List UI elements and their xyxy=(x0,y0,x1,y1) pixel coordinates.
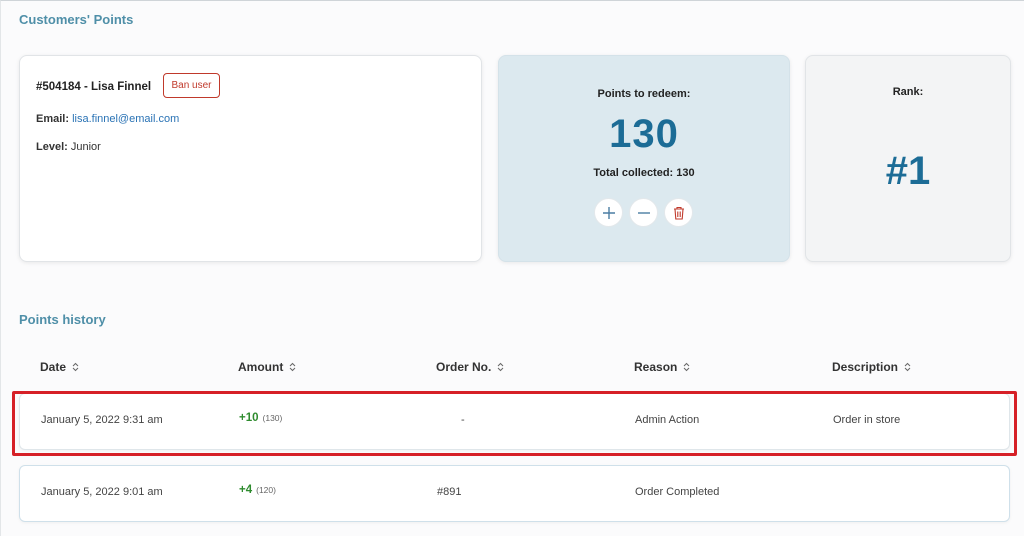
row-amount: +4 (120) xyxy=(239,484,276,496)
delete-points-button[interactable] xyxy=(664,198,693,227)
column-header-description[interactable]: Description xyxy=(832,360,911,374)
row-description: Order in store xyxy=(833,414,901,426)
history-row: January 5, 2022 9:31 am +10 (130) - Admin… xyxy=(19,393,1010,450)
total-collected: Total collected: 130 xyxy=(593,167,695,179)
column-label: Order No. xyxy=(436,360,492,374)
user-email-row: Email: lisa.finnel@email.com xyxy=(36,113,179,125)
column-label: Date xyxy=(40,360,67,374)
column-header-order-no[interactable]: Order No. xyxy=(436,360,504,374)
plus-icon xyxy=(602,206,615,219)
points-actions xyxy=(594,198,693,227)
level-value: Junior xyxy=(70,141,101,153)
history-row: January 5, 2022 9:01 am +4 (120) #891 Ord… xyxy=(19,465,1010,522)
column-header-date[interactable]: Date xyxy=(40,360,79,374)
row-order-link[interactable]: #891 xyxy=(437,486,461,498)
amount-value: +10 xyxy=(239,412,259,424)
sort-icon xyxy=(72,362,79,372)
ban-user-button[interactable]: Ban user xyxy=(163,73,220,98)
sort-icon xyxy=(289,362,296,372)
level-label: Level: xyxy=(36,141,68,153)
rank-card: Rank: #1 xyxy=(805,55,1011,262)
column-label: Reason xyxy=(634,360,678,374)
column-label: Amount xyxy=(238,360,284,374)
row-order-no: - xyxy=(461,414,465,426)
user-name: #504184 - Lisa Finnel xyxy=(36,81,152,93)
remove-points-button[interactable] xyxy=(629,198,658,227)
row-reason: Admin Action xyxy=(635,414,700,426)
amount-balance: (130) xyxy=(262,413,283,423)
add-points-button[interactable] xyxy=(594,198,623,227)
email-label: Email: xyxy=(36,113,70,125)
points-history-title: Points history xyxy=(19,312,106,327)
column-label: Description xyxy=(832,360,899,374)
customers-points-title: Customers' Points xyxy=(19,12,134,27)
sort-icon xyxy=(904,362,911,372)
user-info-card: #504184 - Lisa Finnel Ban user Email: li… xyxy=(19,55,482,262)
amount-balance: (120) xyxy=(256,485,276,495)
sort-icon xyxy=(684,362,690,372)
email-link[interactable]: lisa.finnel@email.com xyxy=(72,113,179,125)
row-date: January 5, 2022 9:01 am xyxy=(41,486,163,498)
column-header-reason[interactable]: Reason xyxy=(634,360,690,374)
customer-points-page: Customers' Points #504184 - Lisa Finnel … xyxy=(0,0,1024,536)
sort-icon xyxy=(497,362,504,372)
row-reason: Order Completed xyxy=(635,486,720,498)
points-card: Points to redeem: 130 Total collected: 1… xyxy=(498,55,790,262)
minus-icon xyxy=(637,211,650,214)
row-amount: +10 (130) xyxy=(239,412,282,424)
rank-label: Rank: xyxy=(892,86,924,98)
rank-value: #1 xyxy=(885,149,931,193)
column-header-amount[interactable]: Amount xyxy=(238,360,296,374)
row-date: January 5, 2022 9:31 am xyxy=(41,414,163,426)
points-to-redeem-label: Points to redeem: xyxy=(597,88,691,100)
amount-value: +4 xyxy=(239,484,253,496)
points-to-redeem-value: 130 xyxy=(609,112,679,156)
trash-icon xyxy=(673,206,684,220)
user-level-row: Level: Junior xyxy=(36,141,101,153)
